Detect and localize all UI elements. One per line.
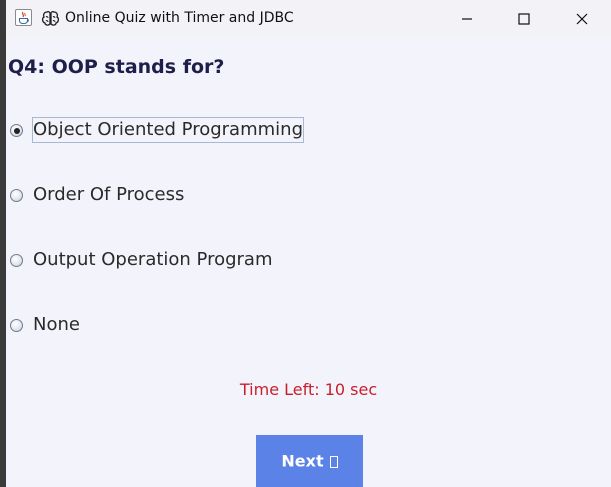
minimize-icon — [462, 18, 472, 20]
close-button[interactable] — [553, 0, 611, 37]
brain-icon — [41, 9, 61, 27]
radio-button[interactable] — [10, 189, 23, 202]
question-text: Q4: OOP stands for? — [8, 56, 225, 78]
missing-glyph-icon — [329, 455, 338, 468]
title-bar[interactable]: Online Quiz with Timer and JDBC — [6, 0, 611, 37]
option-label[interactable]: Output Operation Program — [32, 247, 274, 273]
quiz-window: Online Quiz with Timer and JDBC Q4: OOP … — [6, 0, 611, 487]
radio-button[interactable] — [10, 254, 23, 267]
close-icon — [576, 13, 588, 25]
maximize-button[interactable] — [495, 0, 553, 37]
minimize-button[interactable] — [438, 0, 496, 37]
option-label[interactable]: Order Of Process — [32, 182, 185, 208]
radio-button-selected[interactable] — [10, 124, 23, 137]
timer-label: Time Left: 10 sec — [239, 380, 378, 399]
quiz-panel: Q4: OOP stands for? Object Oriented Prog… — [6, 37, 611, 487]
radio-button[interactable] — [10, 319, 23, 332]
option-label[interactable]: None — [32, 312, 81, 338]
window-title: Online Quiz with Timer and JDBC — [65, 10, 294, 26]
maximize-icon — [518, 13, 530, 25]
next-button[interactable]: Next — [256, 435, 363, 487]
next-button-label: Next — [281, 451, 324, 471]
java-app-icon[interactable] — [15, 9, 32, 26]
option-label[interactable]: Object Oriented Programming — [32, 117, 304, 143]
